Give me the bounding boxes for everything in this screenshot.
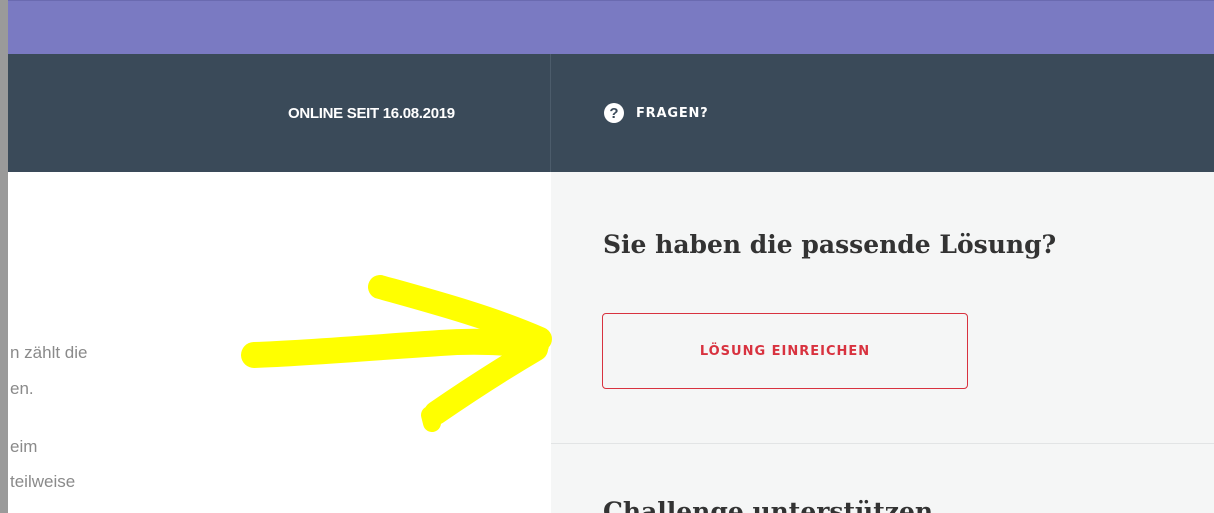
- yellow-arrow-annotation: [241, 275, 552, 432]
- description-line: teilweise: [10, 472, 76, 491]
- submit-solution-button[interactable]: LÖSUNG EINREICHEN: [602, 313, 968, 389]
- description-line: n zählt die: [10, 343, 88, 362]
- top-purple-bar: [8, 0, 1214, 55]
- page: ONLINE SEIT 16.08.2019 ? FRAGEN? n zählt…: [0, 0, 1214, 513]
- help-label: FRAGEN?: [636, 105, 709, 121]
- support-heading: Challenge unterstützen: [603, 497, 934, 513]
- panel-divider: [551, 443, 1214, 444]
- help-link[interactable]: ? FRAGEN?: [604, 103, 709, 123]
- description-line: eim: [10, 437, 38, 456]
- window-frame: [0, 0, 8, 513]
- question-circle-icon: ?: [604, 103, 624, 123]
- description-line: en.: [10, 379, 34, 398]
- solution-heading: Sie haben die passende Lösung?: [603, 230, 1057, 259]
- online-since-text: ONLINE SEIT 16.08.2019: [288, 105, 455, 122]
- header-divider: [550, 54, 551, 172]
